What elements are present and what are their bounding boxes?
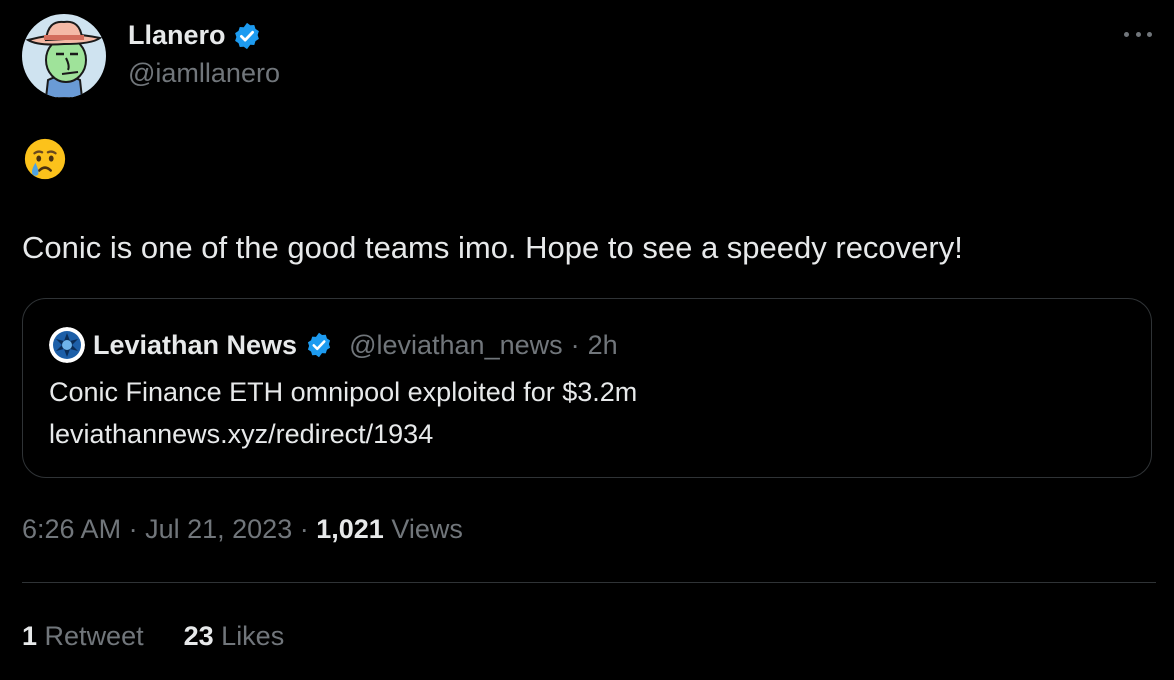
quoted-tweet-header: Leviathan News @leviathan_news · 2h bbox=[49, 327, 618, 363]
likes-stat[interactable]: 23 Likes bbox=[184, 621, 285, 652]
quoted-tweet-text: Conic Finance ETH omnipool exploited for… bbox=[49, 377, 638, 407]
more-horizontal-icon bbox=[1135, 31, 1141, 37]
divider bbox=[22, 582, 1156, 583]
cowboy-avatar-icon bbox=[22, 14, 106, 98]
quoted-time[interactable]: 2h bbox=[588, 330, 618, 361]
quoted-author-handle[interactable]: @leviathan_news bbox=[349, 330, 563, 361]
retweets-stat[interactable]: 1 Retweet bbox=[22, 621, 144, 652]
crying-face-emoji-icon bbox=[24, 138, 66, 180]
tweet-time[interactable]: 6:26 AM bbox=[22, 514, 121, 544]
leviathan-logo-icon bbox=[49, 327, 85, 363]
quoted-author-avatar[interactable] bbox=[49, 327, 85, 363]
retweets-count: 1 bbox=[22, 621, 38, 651]
engagement-stats: 1 Retweet 23 Likes bbox=[22, 621, 284, 652]
author-handle[interactable]: @iamllanero bbox=[128, 58, 280, 89]
author-name-row[interactable]: Llanero bbox=[128, 20, 262, 51]
quoted-tweet-link[interactable]: leviathannews.xyz/redirect/1934 bbox=[49, 419, 433, 450]
quoted-separator: · bbox=[570, 329, 580, 360]
author-display-name[interactable]: Llanero bbox=[128, 20, 226, 51]
quoted-tweet-card[interactable]: Leviathan News @leviathan_news · 2h Coni… bbox=[22, 298, 1152, 478]
likes-label: Likes bbox=[221, 621, 285, 651]
quoted-author-display-name[interactable]: Leviathan News bbox=[93, 330, 297, 361]
verified-badge-icon bbox=[307, 332, 331, 358]
more-options-button[interactable] bbox=[1124, 22, 1152, 46]
more-horizontal-icon bbox=[1147, 31, 1152, 37]
meta-separator: · bbox=[128, 514, 138, 544]
tweet-text: Conic is one of the good teams imo. Hope… bbox=[22, 230, 963, 265]
verified-badge-icon bbox=[234, 22, 259, 49]
retweets-label: Retweet bbox=[44, 621, 144, 651]
likes-count: 23 bbox=[183, 621, 214, 651]
tweet-date[interactable]: Jul 21, 2023 bbox=[145, 514, 292, 544]
meta-separator: · bbox=[299, 514, 309, 544]
views-label: Views bbox=[391, 514, 463, 544]
more-horizontal-icon bbox=[1124, 31, 1129, 37]
views-count: 1,021 bbox=[316, 514, 384, 544]
author-avatar[interactable] bbox=[22, 14, 106, 98]
tweet-meta: 6:26 AM · Jul 21, 2023 · 1,021 Views bbox=[22, 514, 463, 545]
